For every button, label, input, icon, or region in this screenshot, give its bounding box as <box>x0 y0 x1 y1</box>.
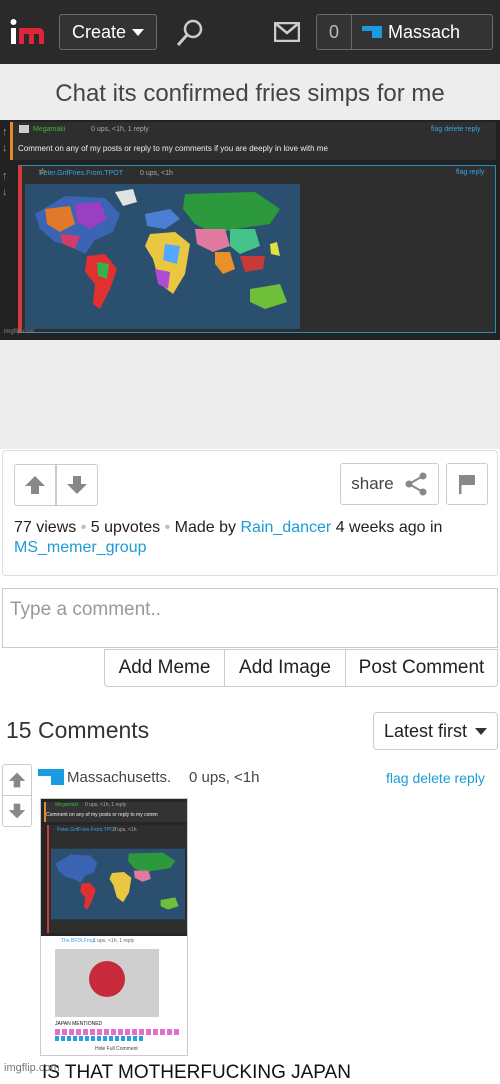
stream-link[interactable]: MS_memer_group <box>14 539 147 556</box>
inner-comment-2-links: flag reply <box>456 169 485 176</box>
share-icon <box>405 472 427 496</box>
upvotes-count: 5 upvotes <box>90 519 161 536</box>
chevron-down-icon <box>475 727 488 735</box>
meme-stats: 77 views • 5 upvotes • Made by Rain_danc… <box>14 519 443 556</box>
comment-input[interactable]: Type a comment.. <box>2 588 498 648</box>
thumb-meta-3: 1 ups, <1h, 1 reply <box>93 938 135 944</box>
thumb-meta-1: 0 ups, <1h, 1 reply <box>85 802 127 808</box>
create-button[interactable]: Create <box>59 14 157 50</box>
inner-comment-body: Comment on any of my posts or reply to m… <box>18 144 328 153</box>
meme-watermark: imgflip.com <box>4 329 35 335</box>
user-menu-button[interactable]: Massach <box>351 14 493 50</box>
thumb-user-3: The.BFDI.Frog <box>61 938 95 944</box>
arrow-up-icon <box>25 476 45 494</box>
comment-username[interactable]: Massachusetts. <box>67 769 171 786</box>
inner-comment-1: Megamaki 0 ups, <1h, 1 reply flag delete… <box>10 122 496 160</box>
username: Massach <box>388 21 461 42</box>
add-image-button[interactable]: Add Image <box>224 649 346 687</box>
create-label: Create <box>71 21 127 42</box>
comment-downvote-button[interactable] <box>2 795 32 827</box>
inner-comment-2-user: Peter.GrifFries.From.TPOT <box>39 170 124 177</box>
inner-vote-arrows-2: ↑ ↓ <box>2 170 8 198</box>
meme-title: Chat its confirmed fries simps for me <box>55 80 445 107</box>
downvote-button[interactable] <box>56 464 98 506</box>
inner-vote-arrows-1: ↑ ↓ <box>2 126 8 154</box>
upvote-button[interactable] <box>14 464 56 506</box>
arrow-up-icon <box>8 772 26 788</box>
imgflip-logo[interactable] <box>10 18 46 46</box>
inner-comment-user: Megamaki <box>33 126 66 133</box>
thumb-user-1: Megamaki <box>55 802 79 808</box>
share-button[interactable]: share <box>340 463 439 505</box>
post-time: 4 weeks ago in <box>335 519 443 536</box>
flag-icon <box>459 475 475 494</box>
robot-icon <box>19 125 29 133</box>
add-meme-button[interactable]: Add Meme <box>104 649 225 687</box>
inner-comment-meta: 0 ups, <1h, 1 reply <box>91 126 149 133</box>
share-label: share <box>351 474 394 493</box>
mail-icon[interactable] <box>274 22 300 42</box>
inner-comment-links: flag delete reply <box>431 126 481 133</box>
thumb-body-1: Comment on any of my posts or reply to m… <box>46 812 158 818</box>
inner-comment-2-meta: 0 ups, <1h <box>140 170 173 177</box>
sort-dropdown[interactable]: Latest first <box>373 712 498 750</box>
arrow-down-icon <box>67 476 87 494</box>
thumb-user-2: Peter.GrifFries.From.TPOT <box>57 827 118 833</box>
flag-button[interactable] <box>446 463 488 505</box>
post-comment-button[interactable]: Post Comment <box>345 649 498 687</box>
comment-meta: 0 ups, <1h <box>189 769 260 786</box>
arrow-down-icon <box>8 803 26 819</box>
notification-count[interactable]: 0 <box>316 14 352 50</box>
page-watermark: imgflip.com <box>4 1062 60 1074</box>
made-by-label: Made by <box>174 519 237 536</box>
world-map-image <box>25 184 300 329</box>
thumb-meta-2: 0 ups, <1h <box>113 827 137 833</box>
top-nav-bar: Create 0 Massach <box>0 0 500 64</box>
sort-label: Latest first <box>383 720 468 741</box>
comment-actions-links[interactable]: flag delete reply <box>386 770 485 786</box>
thumb-map-image <box>51 848 185 920</box>
thumb-body-3: JAPAN MENTIONED <box>55 1021 103 1027</box>
comment-upvote-button[interactable] <box>2 764 32 796</box>
comment-image-thumbnail[interactable]: Megamaki 0 ups, <1h, 1 reply Comment on … <box>40 798 188 1056</box>
views-count: 77 views <box>14 519 77 536</box>
user-flag-icon <box>362 26 382 38</box>
user-flag-icon <box>38 769 64 785</box>
chevron-down-icon <box>132 28 145 36</box>
search-icon[interactable] <box>175 18 205 48</box>
author-link[interactable]: Rain_dancer <box>241 519 332 536</box>
thumb-hide: Hide Full Comment <box>95 1046 138 1052</box>
comment-text: IS THAT MOTHERFUCKING JAPAN <box>42 1062 351 1083</box>
comments-count: 15 Comments <box>6 717 150 743</box>
